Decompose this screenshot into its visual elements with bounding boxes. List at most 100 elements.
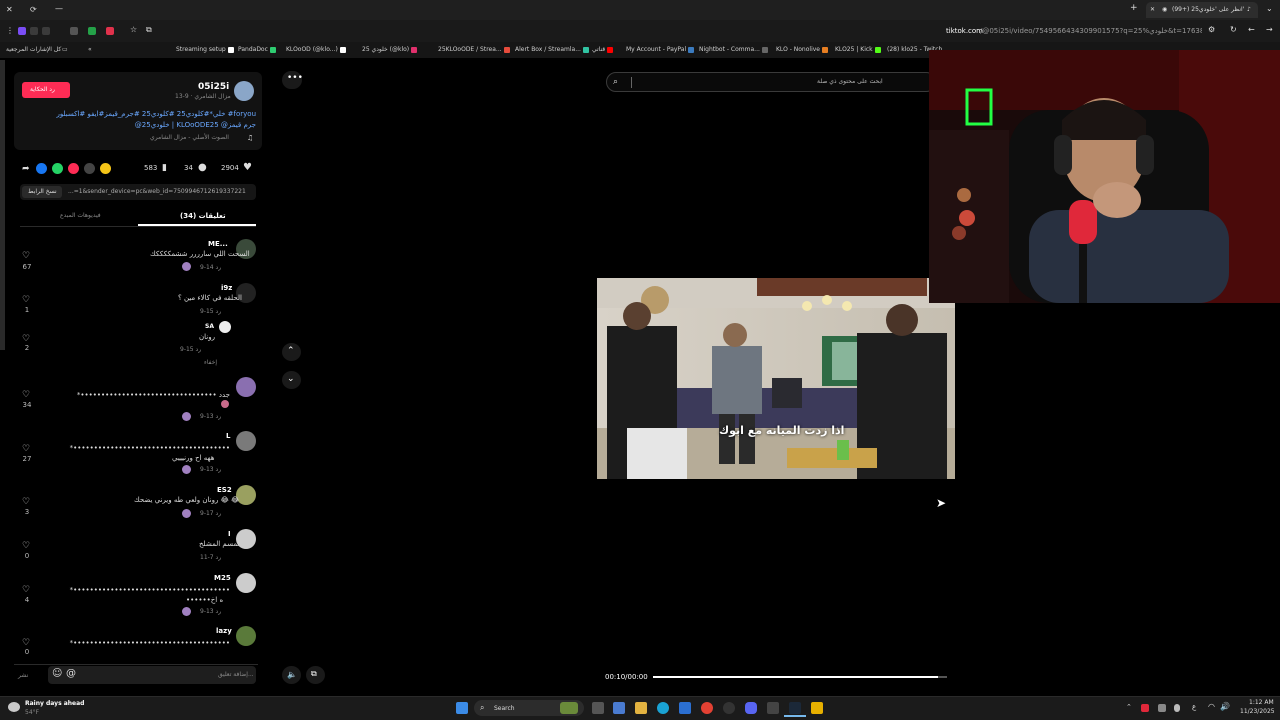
comment-username[interactable]: lazy	[216, 627, 232, 635]
comment-username[interactable]: M25	[214, 574, 231, 582]
pen-icon[interactable]	[811, 702, 823, 714]
comment-meta[interactable]: 9-17 رد	[200, 510, 221, 517]
star-icon[interactable]: ☆	[130, 25, 137, 34]
comment-avatar[interactable]	[236, 431, 256, 451]
comment-meta[interactable]: 9-13 رد	[200, 413, 221, 420]
tab-dropdown-icon[interactable]: ⌄	[1266, 4, 1273, 13]
video-frame[interactable]: اذا زدت الميانه مع ابوك	[597, 278, 955, 479]
bookmarks-overflow-icon[interactable]: «	[88, 46, 92, 53]
comment-username[interactable]: I	[228, 530, 231, 538]
taskbar-search-box[interactable]: ⌕ Search	[474, 700, 584, 716]
comment-input[interactable]: ☺ @ إضافة تعليق...	[48, 666, 256, 684]
back-icon[interactable]: →	[1266, 25, 1273, 34]
cast-icon[interactable]: ⧉	[146, 25, 152, 35]
new-tab-icon[interactable]: +	[1130, 3, 1138, 13]
bookmark-item[interactable]: Alert Box / Streamla...	[515, 46, 589, 53]
bookmark-folder-icon[interactable]: ▭	[62, 46, 68, 53]
app-icon[interactable]	[767, 702, 779, 714]
facebook-icon[interactable]	[36, 163, 47, 174]
bookmark-item[interactable]: قناتي	[592, 46, 614, 53]
edge-icon[interactable]	[657, 702, 669, 714]
pip-button[interactable]: ⧉	[306, 666, 325, 684]
microphone-icon[interactable]	[1174, 704, 1180, 712]
comment-like-icon[interactable]: ♡	[22, 295, 30, 305]
bookmark-item[interactable]: Streaming setup	[176, 46, 234, 53]
obs-icon[interactable]	[723, 702, 735, 714]
comment-like-icon[interactable]: ♡	[22, 497, 30, 507]
weather-title[interactable]: Rainy days ahead	[25, 700, 84, 707]
comment-avatar[interactable]	[236, 573, 256, 593]
volume-icon[interactable]: 🔊	[1220, 702, 1230, 711]
copilot-icon[interactable]	[613, 702, 625, 714]
bookmark-item[interactable]: خلودي 25 (@klo)	[362, 46, 418, 53]
post-comment-button[interactable]: نشر	[18, 672, 28, 679]
comment-meta[interactable]: 9-14 رد	[200, 264, 221, 271]
comment-avatar[interactable]	[236, 626, 256, 646]
comment-meta[interactable]: 9-15 رد	[180, 346, 201, 353]
wifi-icon[interactable]: ◠	[1208, 702, 1215, 711]
emoji-picker-icon[interactable]: ☺	[52, 668, 62, 679]
panel-scrollbar[interactable]	[0, 60, 5, 350]
prev-video-button[interactable]: ⌃	[282, 343, 301, 361]
share-arrow-icon[interactable]: ➦	[22, 164, 30, 174]
follow-button[interactable]: رد الحكاية	[22, 82, 70, 98]
download-icon[interactable]	[88, 27, 96, 35]
comment-like-icon[interactable]: ♡	[22, 638, 30, 648]
bookmark-all[interactable]: كل الإشارات المرجعية	[6, 46, 61, 53]
comment-like-icon[interactable]: ♡	[22, 334, 30, 344]
steam-icon[interactable]	[789, 702, 801, 714]
comment-meta[interactable]: 9-13 رد	[200, 608, 221, 615]
reload-icon[interactable]: ↻	[1230, 25, 1237, 34]
whatsapp-icon[interactable]	[52, 163, 63, 174]
search-icon[interactable]: ⌕	[613, 77, 618, 87]
reload-icon[interactable]: ⟳	[30, 5, 37, 14]
comment-username[interactable]: L	[226, 432, 230, 440]
start-windows-icon[interactable]	[456, 702, 468, 714]
bookmark-item[interactable]: 25KLOoODE / Strea...	[438, 46, 510, 53]
video-progress-track[interactable]	[653, 676, 947, 678]
comment-username[interactable]: SA	[205, 323, 214, 330]
bookmark-item[interactable]: KLOoOD (@klo...)	[286, 46, 346, 53]
author-avatar[interactable]	[234, 81, 254, 101]
comment-bubble-icon[interactable]: ●	[198, 162, 207, 173]
tray-app-icon[interactable]	[1141, 704, 1149, 712]
post-username[interactable]: 05i25i	[198, 82, 229, 92]
clock-time[interactable]: 1:12 AM	[1249, 699, 1274, 706]
discord-icon[interactable]	[745, 702, 757, 714]
comment-like-icon[interactable]: ♡	[22, 585, 30, 595]
post-music[interactable]: الصوت الأصلي - مزال الشامري	[150, 134, 229, 141]
bookmark-item[interactable]: PandaDoc	[238, 46, 276, 53]
extension-icon[interactable]	[30, 27, 38, 35]
bookmark-item[interactable]: KLO25 | Kick	[835, 46, 881, 53]
share-link-text[interactable]: ...=1&sender_device=pc&web_id=7509946712…	[68, 188, 252, 195]
weather-icon[interactable]	[8, 702, 20, 712]
comment-like-icon[interactable]: ♡	[22, 444, 30, 454]
clock-date[interactable]: 11/23/2025	[1240, 708, 1275, 715]
mention-icon[interactable]: @	[66, 668, 76, 679]
volume-button[interactable]: 🔈	[282, 666, 301, 684]
bookmark-icon[interactable]: ▮	[162, 163, 167, 173]
tray-app-icon[interactable]	[1158, 704, 1166, 712]
puzzle-icon[interactable]	[70, 27, 78, 35]
heart-icon[interactable]: ♥	[243, 162, 252, 173]
comment-meta[interactable]: 9-15 رد	[200, 308, 221, 315]
url-host[interactable]: tiktok.com	[946, 27, 983, 35]
comment-like-icon[interactable]: ♡	[22, 390, 30, 400]
tray-overflow-icon[interactable]: ⌃	[1126, 703, 1132, 711]
copy-link-button[interactable]: نسخ الرابط	[22, 186, 62, 198]
emoji-share-icon[interactable]	[100, 163, 111, 174]
extension-icon[interactable]	[18, 27, 26, 35]
menu-dots-icon[interactable]: ⋮	[6, 26, 14, 35]
comment-meta[interactable]: 11-7 رد	[200, 554, 221, 561]
close-window-icon[interactable]: ✕	[6, 5, 13, 14]
next-video-button[interactable]: ⌄	[282, 371, 301, 389]
hide-replies-button[interactable]: إخفاء	[204, 359, 217, 366]
comment-avatar[interactable]	[219, 321, 231, 333]
more-options-button[interactable]: •••	[282, 71, 303, 89]
store-icon[interactable]	[679, 702, 691, 714]
comment-username[interactable]: ME...	[208, 240, 228, 248]
comment-meta[interactable]: 9-13 رد	[200, 466, 221, 473]
comment-like-icon[interactable]: ♡	[22, 251, 30, 261]
related-search-input[interactable]: ⌕ ابحث على محتوى ذي صلة	[606, 72, 936, 92]
tab-comments[interactable]: تعليقات (34)	[180, 212, 226, 220]
